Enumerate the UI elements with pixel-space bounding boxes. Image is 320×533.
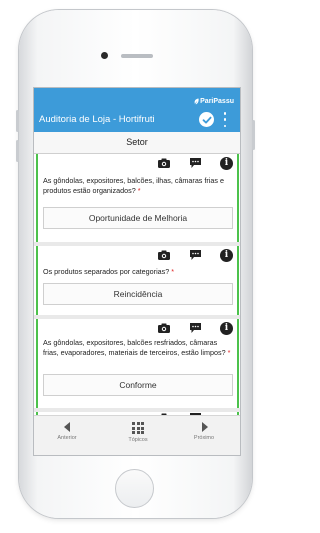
comment-icon[interactable] bbox=[190, 323, 201, 333]
answer-button[interactable]: Conforme bbox=[43, 374, 233, 396]
nav-next[interactable]: Próximo bbox=[179, 422, 229, 441]
phone-side-button bbox=[16, 140, 19, 162]
question-label: As gôndolas, expositores, balcões, ilhas… bbox=[43, 176, 224, 195]
bottom-navigation: Anterior Tópicos Próximo bbox=[34, 415, 240, 455]
question-text: As gôndolas, expositores, balcões resfri… bbox=[43, 338, 233, 357]
question-label: Os produtos separados por categorias? bbox=[43, 267, 170, 276]
info-icon[interactable]: i bbox=[220, 157, 233, 170]
grid-icon bbox=[132, 422, 144, 434]
required-marker: * bbox=[227, 347, 231, 357]
phone-side-button bbox=[16, 110, 19, 132]
front-camera bbox=[101, 52, 108, 59]
comment-icon[interactable] bbox=[190, 250, 201, 260]
camera-icon[interactable] bbox=[158, 158, 170, 168]
earpiece-speaker bbox=[121, 54, 153, 58]
answer-button[interactable]: Oportunidade de Melhoria bbox=[43, 207, 233, 229]
info-icon[interactable]: i bbox=[220, 322, 233, 335]
question-text: Os produtos separados por categorias? * bbox=[43, 267, 233, 277]
leaf-icon bbox=[194, 98, 199, 105]
app-screen: PariPassu Auditoria de Loja - Hortifruti… bbox=[33, 87, 241, 456]
phone-side-button bbox=[252, 120, 255, 150]
camera-icon[interactable] bbox=[158, 250, 170, 260]
nav-next-label: Próximo bbox=[193, 435, 215, 441]
question-card: i Os produtos separados por categorias? … bbox=[36, 246, 239, 315]
info-icon[interactable]: i bbox=[220, 249, 233, 262]
page-title: Auditoria de Loja - Hortifruti bbox=[39, 114, 155, 125]
comment-icon[interactable] bbox=[190, 158, 201, 168]
question-card: i As gôndolas, expositores, balcões, ilh… bbox=[36, 154, 239, 242]
app-bar: PariPassu Auditoria de Loja - Hortifruti bbox=[34, 88, 240, 132]
required-marker: * bbox=[171, 267, 175, 276]
nav-previous[interactable]: Anterior bbox=[42, 422, 92, 441]
nav-previous-label: Anterior bbox=[57, 435, 77, 441]
chevron-left-icon bbox=[63, 422, 70, 432]
check-circle-icon[interactable] bbox=[199, 112, 214, 127]
answer-button[interactable]: Reincidência bbox=[43, 283, 233, 305]
camera-icon[interactable] bbox=[158, 323, 170, 333]
nav-topics[interactable]: Tópicos bbox=[113, 422, 163, 443]
brand-name: PariPassu bbox=[200, 98, 234, 105]
brand-logo: PariPassu bbox=[194, 98, 234, 105]
question-text: As gôndolas, expositores, balcões, ilhas… bbox=[43, 176, 233, 195]
question-label: As gôndolas, expositores, balcões resfri… bbox=[43, 338, 226, 357]
question-card: i As gôndolas, expositores, balcões resf… bbox=[36, 319, 239, 408]
more-vertical-icon[interactable] bbox=[222, 112, 228, 127]
section-header: Setor bbox=[34, 132, 240, 154]
home-button[interactable] bbox=[115, 469, 154, 508]
required-marker: * bbox=[137, 185, 141, 195]
nav-topics-label: Tópicos bbox=[128, 437, 148, 443]
chevron-right-icon bbox=[201, 422, 208, 432]
